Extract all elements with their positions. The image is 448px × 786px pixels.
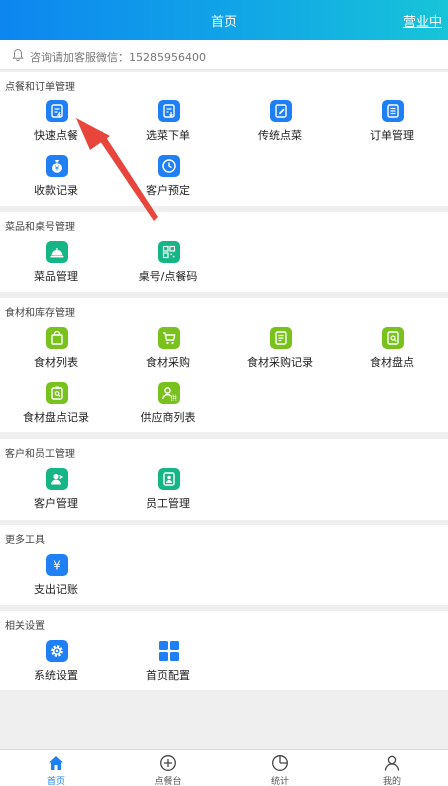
section-title: 点餐和订单管理 (5, 82, 75, 93)
menu-item-label: 员工管理 (146, 497, 190, 510)
menu-item-label: 首页配置 (146, 669, 190, 682)
menu-item-label: 客户管理 (34, 497, 78, 510)
menu-item-label: 支出记账 (34, 583, 78, 596)
money-bag-icon: ¥ (46, 155, 68, 177)
menu-item-home-config[interactable]: 首页配置 (112, 640, 224, 690)
tab-label: 我的 (382, 777, 401, 786)
section-title: 菜品和桌号管理 (5, 222, 75, 233)
menu-item-label: 食材盘点记录 (23, 411, 89, 424)
menu-item-table-qrcode[interactable]: 桌号/点餐码 (112, 241, 224, 291)
menu-item-system-settings[interactable]: 系统设置 (0, 640, 112, 690)
section-dish: 菜品和桌号管理 菜品管理 桌号/点餐码 (0, 212, 448, 292)
pie-chart-icon (272, 755, 288, 771)
record-list-icon (270, 327, 292, 349)
business-status-link[interactable]: 营业中 (403, 11, 442, 30)
menu-item-label: 食材采购 (146, 356, 190, 369)
menu-item-label: 系统设置 (34, 669, 78, 682)
cart-icon (158, 327, 180, 349)
menu-item-label: 食材列表 (34, 356, 78, 369)
section-title: 食材和库存管理 (5, 308, 75, 319)
tab-label: 首页 (46, 777, 65, 786)
menu-item-label: 传统点菜 (258, 129, 302, 142)
menu-item-stock-check[interactable]: 食材盘点 (336, 327, 448, 377)
bell-icon (12, 48, 24, 62)
qr-code-icon (158, 241, 180, 263)
section-tools: 更多工具 ¥ 支出记账 (0, 525, 448, 605)
tab-label: 统计 (270, 777, 289, 786)
menu-item-label: 食材盘点 (370, 356, 414, 369)
menu-item-expense-record[interactable]: ¥ 支出记账 (0, 554, 112, 604)
menu-item-customer-manage[interactable]: 客户管理 (0, 468, 112, 518)
tab-order-desk[interactable]: 点餐台 (112, 750, 224, 786)
section-order: 点餐和订单管理 快速点餐 选菜下单 传统点菜 订单管理 ¥ 收款记录 客户预定 (0, 72, 448, 206)
tab-label: 点餐台 (154, 777, 182, 786)
shopping-bag-icon (46, 327, 68, 349)
order-list-icon (382, 100, 404, 122)
menu-item-label: 供应商列表 (140, 411, 196, 424)
svg-text:供: 供 (170, 393, 177, 402)
clock-icon (158, 155, 180, 177)
clipboard-search-icon (46, 382, 68, 404)
menu-item-purchase-records[interactable]: 食材采购记录 (224, 327, 336, 377)
tab-home[interactable]: 首页 (0, 750, 112, 786)
notice-bar: 咨询请加客服微信：15285956400 (0, 40, 448, 70)
menu-item-label: 选菜下单 (146, 129, 190, 142)
menu-item-dish-manage[interactable]: 菜品管理 (0, 241, 112, 291)
svg-text:¥: ¥ (53, 559, 61, 573)
menu-item-label: 收款记录 (34, 184, 78, 197)
tab-statistics[interactable]: 统计 (224, 750, 336, 786)
menu-item-ingredient-list[interactable]: 食材列表 (0, 327, 112, 377)
menu-item-quick-order[interactable]: 快速点餐 (0, 100, 112, 150)
section-title: 更多工具 (5, 535, 45, 546)
tab-mine[interactable]: 我的 (336, 750, 448, 786)
grid-icon (158, 640, 180, 662)
menu-item-reservation[interactable]: 客户预定 (112, 155, 224, 205)
section-title: 相关设置 (5, 621, 45, 632)
edit-note-icon (270, 100, 292, 122)
quick-order-icon (46, 100, 68, 122)
food-cloche-icon (46, 241, 68, 263)
section-stock: 食材和库存管理 食材列表 食材采购 食材采购记录 食材盘点 食材盘点记录 供 供… (0, 298, 448, 432)
gear-icon (46, 640, 68, 662)
plus-circle-icon (160, 755, 176, 771)
menu-item-select-order[interactable]: 选菜下单 (112, 100, 224, 150)
search-document-icon (382, 327, 404, 349)
section-settings: 相关设置 系统设置 首页配置 (0, 611, 448, 690)
user-icon (384, 755, 400, 771)
bottom-tab-bar: 首页 点餐台 统计 我的 (0, 749, 448, 786)
menu-item-payment-records[interactable]: ¥ 收款记录 (0, 155, 112, 205)
home-icon (49, 756, 63, 770)
menu-item-supplier-list[interactable]: 供 供应商列表 (112, 382, 224, 432)
customer-icon (46, 468, 68, 490)
menu-item-label: 客户预定 (146, 184, 190, 197)
menu-item-label: 桌号/点餐码 (138, 270, 198, 283)
notice-text: 咨询请加客服微信：15285956400 (30, 51, 206, 64)
menu-item-ingredient-purchase[interactable]: 食材采购 (112, 327, 224, 377)
menu-item-label: 食材采购记录 (247, 356, 313, 369)
app-header: 首页 营业中 (0, 0, 448, 40)
section-title: 客户和员工管理 (5, 449, 75, 460)
menu-item-traditional-order[interactable]: 传统点菜 (224, 100, 336, 150)
menu-item-label: 订单管理 (370, 129, 414, 142)
staff-icon (158, 468, 180, 490)
menu-item-label: 菜品管理 (34, 270, 78, 283)
supplier-person-icon: 供 (158, 382, 180, 404)
yen-icon: ¥ (46, 554, 68, 576)
page-title: 首页 (210, 15, 237, 30)
menu-item-order-manage[interactable]: 订单管理 (336, 100, 448, 150)
menu-item-staff-manage[interactable]: 员工管理 (112, 468, 224, 518)
section-staff: 客户和员工管理 客户管理 员工管理 (0, 439, 448, 520)
menu-item-stock-check-records[interactable]: 食材盘点记录 (0, 382, 112, 432)
select-dish-icon (158, 100, 180, 122)
svg-text:¥: ¥ (55, 165, 60, 173)
menu-item-label: 快速点餐 (34, 129, 78, 142)
